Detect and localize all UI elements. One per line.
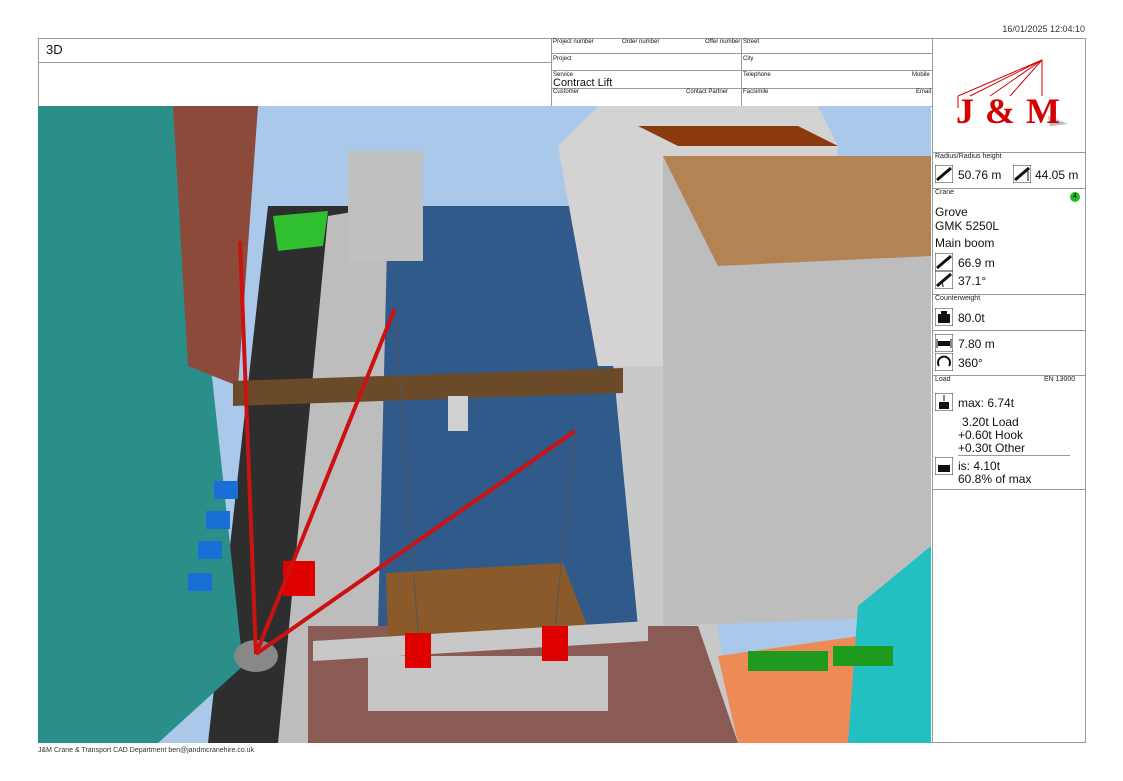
3d-scene-view[interactable] — [38, 106, 931, 743]
telephone-label: Telephone — [743, 72, 771, 78]
other-weight: +0.30t Other — [958, 441, 1026, 455]
boom-angle-icon — [935, 271, 953, 289]
footer-credit: J&M Crane & Transport CAD Department ben… — [38, 747, 255, 754]
radius-value: 50.76 m — [958, 168, 1002, 182]
section-divider — [932, 330, 1086, 331]
boom-length: 66.9 m — [958, 256, 995, 270]
sum-line — [958, 455, 1070, 456]
section-divider — [932, 489, 1086, 490]
street-label: Street — [743, 39, 760, 45]
red-lift-block — [405, 633, 431, 668]
load-standard: EN 13000 — [1044, 376, 1076, 383]
green-container — [833, 646, 893, 666]
actual-load-icon — [935, 457, 953, 475]
lift-platform — [368, 656, 608, 711]
view-title: 3D — [46, 42, 63, 57]
timestamp: 16/01/2025 12:04:10 — [1002, 24, 1085, 34]
outrigger-icon — [935, 334, 953, 352]
slew-icon — [935, 353, 953, 371]
actual-load: is: 4.10t — [958, 459, 1001, 473]
counterweight-value: 80.0t — [958, 311, 985, 325]
logo-text: J & M — [956, 91, 1061, 131]
mobile-label: Mobile — [912, 72, 930, 78]
radius-height-value: 44.05 m — [1035, 168, 1079, 182]
order-number-label: Order number — [622, 39, 660, 45]
blue-vehicle — [214, 481, 238, 499]
max-load: max: 6.74t — [958, 396, 1015, 410]
divider — [38, 62, 551, 63]
load-label: Load — [935, 376, 951, 383]
slew-angle: 360° — [958, 356, 983, 370]
customer-label: Customer — [553, 89, 580, 95]
load-weight: 3.20t Load — [962, 415, 1019, 429]
city-label: City — [743, 56, 754, 62]
divider — [551, 53, 932, 54]
building-far — [348, 151, 423, 261]
divider — [551, 38, 552, 106]
crane-model: GMK 5250L — [935, 219, 1000, 233]
counterweight-icon — [935, 308, 953, 326]
project-number-label: Project number — [553, 39, 594, 45]
service-value: Contract Lift — [553, 77, 613, 89]
radius-height-icon — [1013, 165, 1031, 183]
outrigger-width: 7.80 m — [958, 337, 995, 351]
offer-number-label: Offer number — [705, 39, 741, 45]
bridge-pier — [448, 396, 468, 431]
crane-badge: 4 — [1070, 192, 1080, 202]
blue-vehicle — [198, 541, 222, 559]
utilisation: 60.8% of max — [958, 472, 1032, 486]
boom-type: Main boom — [935, 236, 995, 250]
green-container — [748, 651, 828, 671]
red-lift-block — [542, 626, 568, 661]
contact-partner-label: Contact Partner — [686, 89, 729, 95]
divider — [741, 38, 742, 106]
max-load-icon — [935, 393, 953, 411]
crane-label: Crane — [935, 189, 955, 196]
info-panel — [932, 38, 1086, 743]
counterweight-label: Counterweight — [935, 295, 981, 302]
email-label: Email — [916, 89, 932, 95]
boom-angle: 37.1° — [958, 274, 987, 288]
divider — [551, 70, 932, 71]
hook-weight: +0.60t Hook — [958, 428, 1024, 442]
green-roof — [273, 211, 328, 251]
facsimile-label: Facsimile — [743, 89, 769, 95]
project-label: Project — [553, 56, 572, 62]
section-divider — [932, 188, 1086, 189]
boom-length-icon — [935, 253, 953, 271]
blue-vehicle — [188, 573, 212, 591]
radius-label: Radius/Radius height — [935, 153, 1002, 160]
blue-vehicle — [206, 511, 230, 529]
radius-icon — [935, 165, 953, 183]
crane-make: Grove — [935, 205, 968, 219]
